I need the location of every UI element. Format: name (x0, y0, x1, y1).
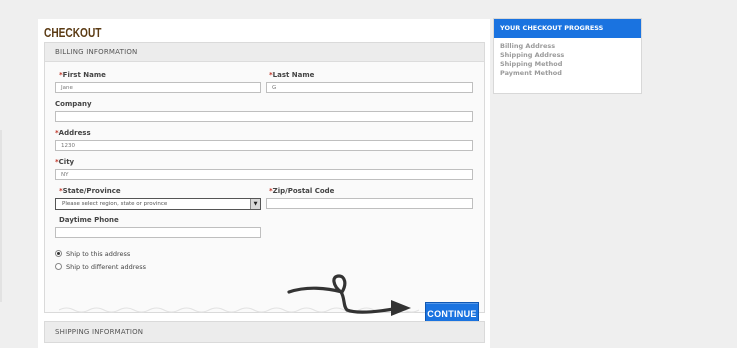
progress-title: YOUR CHECKOUT PROGRESS (494, 19, 641, 38)
radio-checked-icon[interactable] (55, 249, 62, 257)
progress-step-payment-method: Payment Method (500, 69, 562, 77)
ship-different-option[interactable]: Ship to different address (55, 262, 146, 271)
arrow-doodle-icon (287, 274, 411, 316)
first-name-label: *First Name (59, 71, 106, 79)
company-input[interactable] (55, 111, 473, 122)
state-select[interactable]: Please select region, state or province … (55, 198, 261, 210)
shipping-header[interactable]: SHIPPING INFORMATION (45, 322, 484, 342)
checkout-progress-panel: YOUR CHECKOUT PROGRESS Billing Address S… (493, 18, 642, 94)
address-label: *Address (55, 129, 91, 137)
progress-step-billing-address: Billing Address (500, 42, 556, 50)
zip-input[interactable] (266, 198, 473, 209)
ship-same-option[interactable]: Ship to this address (55, 249, 130, 258)
city-label: *City (55, 158, 75, 166)
progress-step-shipping-address: Shipping Address (500, 51, 565, 59)
billing-header[interactable]: BILLING INFORMATION (45, 43, 484, 62)
chevron-down-icon[interactable]: ▼ (250, 199, 260, 209)
checkout-panel: CHECKOUT BILLING INFORMATION *First Name… (38, 19, 490, 348)
last-name-label: *Last Name (269, 71, 315, 79)
progress-step-shipping-method: Shipping Method (500, 60, 563, 68)
address-input[interactable]: 1230 (55, 140, 473, 151)
shipping-section: SHIPPING INFORMATION (44, 321, 485, 343)
first-name-input[interactable]: Jane (55, 82, 261, 93)
state-label: *State/Province (59, 187, 121, 195)
company-label: Company (55, 100, 92, 108)
page-title: CHECKOUT (44, 25, 102, 40)
zip-label: *Zip/Postal Code (269, 187, 335, 195)
last-name-input[interactable]: G (266, 82, 473, 93)
billing-section: BILLING INFORMATION *First Name Jane *La… (44, 42, 485, 324)
radio-unchecked-icon[interactable] (55, 262, 62, 270)
progress-steps: Billing Address Shipping Address Shippin… (494, 38, 641, 78)
city-input[interactable]: NY (55, 169, 473, 180)
page-edge (0, 130, 2, 302)
state-select-value: Please select region, state or province (62, 201, 168, 207)
phone-input[interactable] (55, 227, 261, 238)
phone-label: Daytime Phone (59, 216, 119, 224)
